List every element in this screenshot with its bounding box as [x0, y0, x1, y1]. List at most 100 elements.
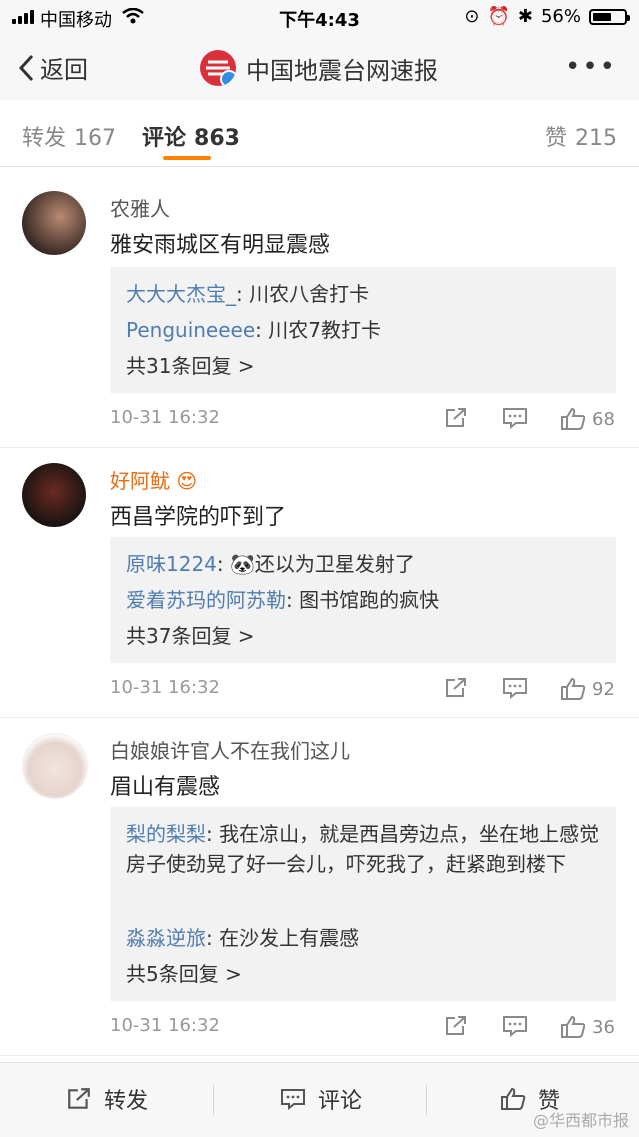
tab-repost-label: 转发: [22, 126, 67, 151]
verified-badge-icon: [220, 70, 236, 86]
comment-icon: [281, 1089, 305, 1110]
reply-item: 梨的梨梨: 我在凉山，就是西昌旁边点，坐在地上感觉房子使劲晃了好一会儿，吓死我了…: [126, 819, 604, 879]
like-count: 36: [592, 1016, 615, 1038]
back-label: 返回: [40, 56, 88, 84]
page-title: 中国地震台网速报: [246, 56, 438, 85]
divider: [426, 1085, 427, 1115]
thumbs-up-icon: [561, 1015, 586, 1038]
avatar[interactable]: [22, 733, 88, 799]
share-button[interactable]: [444, 1015, 468, 1037]
reply-author[interactable]: 淼淼逆旅: [126, 926, 206, 950]
share-icon: [446, 408, 466, 427]
reply-text: : 图书馆跑的疯快: [286, 588, 440, 612]
tab-likes[interactable]: 赞 215: [545, 120, 617, 152]
tab-comments-count: 863: [194, 126, 240, 151]
avatar[interactable]: [22, 463, 86, 527]
tab-repost[interactable]: 转发 167: [22, 120, 116, 152]
comment-footer: 10-31 16:32 68: [110, 407, 616, 437]
comment-icon: [503, 408, 527, 429]
comment-footer: 10-31 16:32 36: [110, 1015, 616, 1045]
repost-label: 转发: [104, 1089, 149, 1114]
reply-button[interactable]: [502, 677, 528, 699]
comment-icon: [503, 1016, 527, 1037]
thumbs-up-icon: [561, 407, 586, 430]
share-button[interactable]: [444, 407, 468, 429]
comment-text: 西昌学院的吓到了: [110, 505, 287, 530]
thumbs-up-icon: [561, 677, 586, 700]
comment-text: 雅安雨城区有明显震感: [110, 233, 331, 258]
share-icon: [446, 678, 466, 697]
reply-author[interactable]: 原味1224: [126, 552, 217, 576]
active-tab-indicator: [163, 156, 211, 160]
more-button[interactable]: •••: [565, 52, 617, 82]
reply-box[interactable]: 原味1224: 🐼还以为卫星发射了 爱着苏玛的阿苏勒: 图书馆跑的疯快 共37条…: [110, 537, 616, 663]
chevron-left-icon: [18, 54, 34, 81]
view-all-replies-link[interactable]: 共37条回复 >: [126, 621, 604, 651]
reply-button[interactable]: [502, 1015, 528, 1037]
like-button[interactable]: 92: [560, 677, 615, 701]
avatar[interactable]: [22, 191, 86, 255]
share-button[interactable]: [444, 677, 468, 699]
comment-label: 评论: [318, 1089, 363, 1114]
tab-likes-label: 赞: [544, 126, 567, 151]
tab-comments[interactable]: 评论 863: [142, 120, 240, 152]
view-all-replies-link[interactable]: 共31条回复 >: [126, 351, 604, 381]
comment-author[interactable]: 白娘娘许官人不在我们这儿: [110, 735, 350, 764]
thumbs-up-icon: [501, 1087, 526, 1110]
reply-text: : 🐼还以为卫星发射了: [216, 552, 415, 576]
back-button[interactable]: 返回: [18, 50, 88, 85]
divider: [213, 1085, 214, 1115]
comment-item: 白娘娘许官人不在我们这儿 眉山有震感 梨的梨梨: 我在凉山，就是西昌旁边点，坐在…: [0, 717, 639, 1056]
status-bar: 中国移动 下午4:43 ⊙ ⏰ ✱ 56%: [0, 0, 639, 34]
alarm-icon: ⏰: [487, 6, 510, 27]
reply-author[interactable]: 大大大杰宝_: [126, 282, 236, 306]
comment-footer: 10-31 16:32 92: [110, 677, 616, 707]
share-icon: [68, 1088, 90, 1109]
member-badge-icon: 😍: [176, 469, 198, 493]
tab-bar: 转发 167 评论 863 赞 215: [0, 100, 639, 167]
share-icon: [446, 1016, 466, 1035]
reply-text: : 川农八舍打卡: [236, 282, 370, 306]
battery-percent: 56%: [540, 6, 581, 27]
reply-item: Penguineeee: 川农7教打卡: [126, 315, 604, 345]
comment-author-name: 好阿鱿: [110, 469, 170, 493]
reply-author[interactable]: Penguineeee: [126, 318, 255, 342]
comment-date: 10-31 16:32: [110, 407, 220, 428]
reply-item: 淼淼逆旅: 在沙发上有震感: [126, 923, 604, 953]
reply-item: 爱着苏玛的阿苏勒: 图书馆跑的疯快: [126, 585, 604, 615]
comment-item: 农雅人 雅安雨城区有明显震感 大大大杰宝_: 川农八舍打卡 Penguineee…: [0, 167, 639, 448]
watermark: @华西都市报: [532, 1111, 629, 1130]
reply-box[interactable]: 大大大杰宝_: 川农八舍打卡 Penguineeee: 川农7教打卡 共31条回…: [110, 267, 616, 393]
tab-comments-label: 评论: [142, 126, 187, 151]
comment-author[interactable]: 农雅人: [110, 193, 170, 222]
like-count: 68: [592, 408, 615, 430]
account-logo: [200, 50, 236, 86]
like-button[interactable]: 36: [560, 1015, 615, 1039]
comment-button[interactable]: 评论: [280, 1083, 362, 1115]
reply-author[interactable]: 爱着苏玛的阿苏勒: [126, 588, 286, 612]
like-count: 92: [592, 678, 615, 700]
reply-text: : 川农7教打卡: [255, 318, 381, 342]
tab-likes-count: 215: [575, 126, 617, 151]
reply-author[interactable]: 梨的梨梨: [126, 822, 206, 846]
account-title: 中国地震台网速报: [200, 50, 438, 86]
bluetooth-icon: ✱: [517, 6, 533, 27]
battery-icon: [589, 8, 630, 25]
repost-button[interactable]: 转发: [66, 1083, 148, 1115]
reply-text: : 在沙发上有震感: [206, 926, 360, 950]
view-all-replies-link[interactable]: 共5条回复 >: [126, 959, 604, 989]
nav-bar: 返回 中国地震台网速报 •••: [0, 34, 639, 100]
comment-icon: [503, 678, 527, 699]
tab-repost-count: 167: [74, 126, 117, 151]
reply-box[interactable]: 梨的梨梨: 我在凉山，就是西昌旁边点，坐在地上感觉房子使劲晃了好一会儿，吓死我了…: [110, 807, 616, 1001]
orientation-lock-icon: ⊙: [464, 6, 480, 27]
like-button[interactable]: 68: [560, 407, 615, 431]
reply-button[interactable]: [502, 407, 528, 429]
reply-item: 原味1224: 🐼还以为卫星发射了: [126, 549, 604, 579]
bottom-action-bar: 转发 评论 赞 @华西都市报: [0, 1062, 639, 1137]
comment-date: 10-31 16:32: [110, 1015, 220, 1036]
comment-date: 10-31 16:32: [110, 677, 220, 698]
reply-item: 大大大杰宝_: 川农八舍打卡: [126, 279, 604, 309]
comment-text: 眉山有震感: [110, 775, 221, 800]
comment-author[interactable]: 好阿鱿 😍: [110, 465, 197, 494]
